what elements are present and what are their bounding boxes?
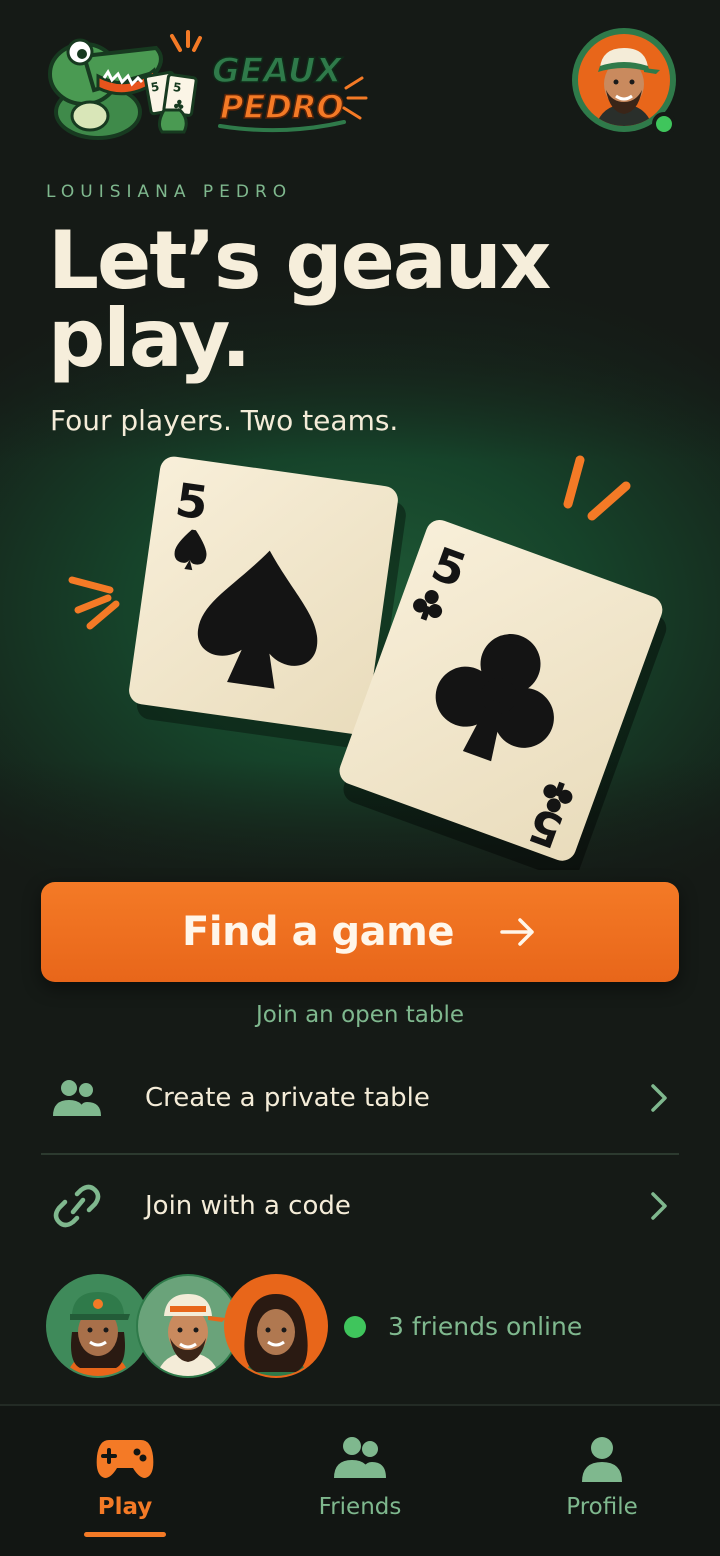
page-subtitle: Four players. Two teams. — [50, 404, 399, 437]
eyebrow-label: LOUISIANA PEDRO — [46, 182, 293, 202]
find-game-button[interactable]: Find a game — [41, 882, 679, 982]
nav-tab-profile[interactable]: Profile — [502, 1406, 702, 1556]
friend-avatar-3 — [224, 1274, 328, 1378]
bottom-navigation: Play Friends Profile — [0, 1404, 720, 1556]
geaux-pedro-logo: 5 5 ♣ GEAUX PEDRO — [48, 30, 368, 140]
nav-tab-play[interactable]: Play — [25, 1406, 225, 1556]
join-with-code-label: Join with a code — [145, 1191, 351, 1221]
page-title: Let’s geaux play. — [48, 214, 688, 385]
friends-online-avatars[interactable] — [44, 1272, 334, 1384]
nav-tab-friends[interactable]: Friends — [260, 1406, 460, 1556]
playing-cards-illustration: 5 5 5 — [68, 455, 667, 870]
divider — [41, 1153, 679, 1155]
find-game-subtitle: Join an open table — [255, 1002, 465, 1028]
create-private-table-label: Create a private table — [145, 1083, 430, 1113]
gator-mascot-icon: 5 5 ♣ — [48, 38, 198, 140]
join-with-code-row[interactable]: Join with a code — [41, 1156, 679, 1256]
person-icon — [582, 1437, 622, 1482]
online-indicator-icon — [344, 1315, 366, 1338]
nav-tab-profile-label: Profile — [566, 1494, 638, 1520]
page-title-line-2: play. — [48, 292, 251, 385]
friends-online-text: 3 friends online — [388, 1312, 583, 1341]
find-game-button-label: Find a game — [182, 909, 454, 955]
active-tab-indicator — [84, 1532, 166, 1537]
people-icon — [53, 1080, 101, 1116]
link-icon — [53, 1184, 101, 1228]
logo-text-geaux: GEAUX — [212, 51, 344, 91]
nav-tab-play-label: Play — [97, 1494, 153, 1520]
page-title-line-1: Let’s geaux — [48, 214, 551, 307]
app-screen: 5 5 ♣ GEAUX PEDRO LOUISIANA PEDRO Let’s … — [0, 0, 720, 1556]
create-private-table-row[interactable]: Create a private table — [41, 1048, 679, 1148]
gamepad-icon — [96, 1440, 154, 1478]
chevron-right-icon — [651, 1192, 667, 1220]
arrow-right-icon — [500, 918, 534, 946]
chevron-right-icon — [651, 1084, 667, 1112]
logo-text-pedro: PEDRO — [220, 88, 344, 126]
nav-tab-friends-label: Friends — [318, 1494, 402, 1520]
friends-online-status[interactable]: 3 friends online — [344, 1312, 582, 1341]
online-status-dot — [652, 112, 676, 136]
people-icon — [334, 1437, 386, 1478]
